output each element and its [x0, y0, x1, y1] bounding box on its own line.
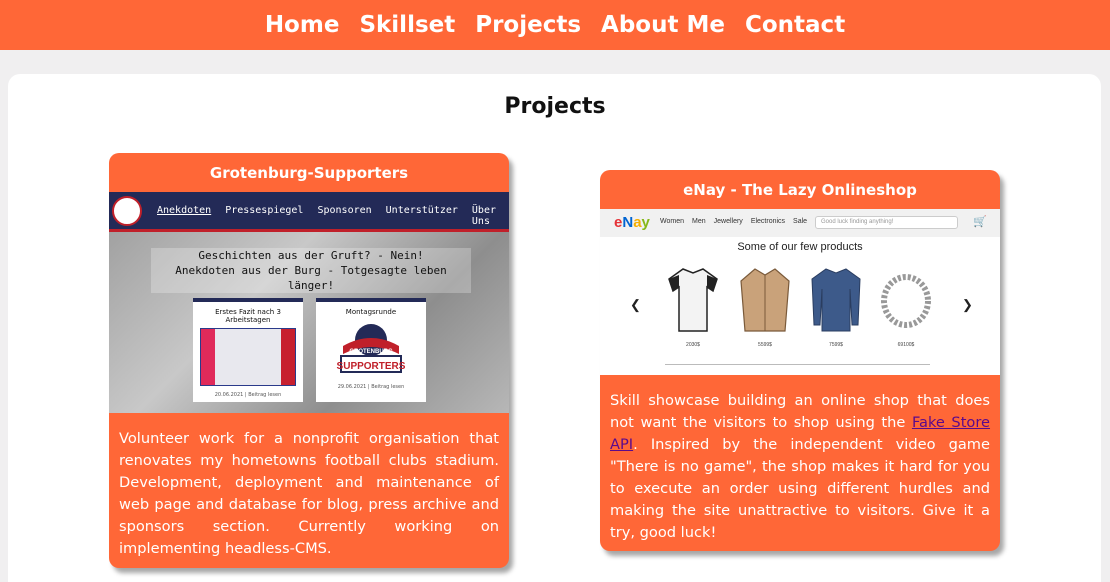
project-description: Volunteer work for a nonprofit organisat… [119, 430, 499, 557]
screenshot-background: Anekdoten Pressespiegel Sponsoren Unters… [109, 192, 509, 413]
screenshot-nav-link: Sponsoren [317, 205, 372, 216]
screenshot-headline-line: Geschichten aus der Gruft? - Nein! [198, 249, 424, 262]
screenshot-nav-link: Über Uns [471, 205, 496, 227]
screenshot-post-image [200, 328, 296, 386]
project-title: eNay - The Lazy Onlineshop [683, 180, 917, 199]
screenshot-nav-link: Pressespiegel [225, 205, 304, 216]
product-price: 5599$ [758, 342, 772, 348]
product-price: 2030$ [686, 342, 700, 348]
screenshot-menu-item: Men [692, 218, 706, 225]
screenshot-headline: Geschichten aus der Gruft? - Nein! Anekd… [151, 248, 471, 293]
screenshot-nav: Anekdoten Pressespiegel Sponsoren Unters… [109, 192, 509, 232]
enay-logo: eNay [614, 214, 650, 231]
screenshot-background: eNay Women Men Jewellery Electronics Sal… [600, 209, 1000, 375]
screenshot-nav-links: Anekdoten Pressespiegel Sponsoren Unters… [157, 205, 509, 227]
project-screenshot[interactable]: eNay Women Men Jewellery Electronics Sal… [600, 209, 1000, 375]
screenshot-header: eNay Women Men Jewellery Electronics Sal… [600, 209, 1000, 237]
badge-line-1: GROTENBURG [349, 349, 393, 355]
nav-about-link[interactable]: About Me [601, 12, 725, 38]
product-shirt-blue-icon [811, 268, 861, 332]
screenshot-post-meta: 20.06.2021 | Beitrag lesen [214, 392, 282, 398]
project-card-enay[interactable]: eNay - The Lazy Onlineshop eNay Women Me… [600, 170, 1000, 551]
divider [665, 364, 930, 365]
nav-projects-link[interactable]: Projects [475, 12, 581, 38]
section-title: Projects [504, 94, 606, 119]
product-jacket-icon [740, 268, 790, 332]
chevron-right-icon: ❯ [962, 297, 973, 312]
screenshot-post-title: Montagsrunde [345, 308, 397, 316]
screenshot-menu-item: Women [660, 218, 684, 225]
screenshot-nav-link: Anekdoten [157, 205, 212, 216]
screenshot-menu-item: Sale [793, 218, 808, 225]
screenshot-menu-item: Jewellery [713, 218, 743, 225]
product-shirt-white-icon [668, 268, 718, 332]
screenshot-nav-link: Unterstützer [385, 205, 458, 216]
screenshot-post-meta: 29.06.2021 | Beitrag lesen [337, 384, 405, 390]
screenshot-post-card: Montagsrunde GROTENBURG SUPPORTERS 29.06… [316, 298, 426, 402]
screenshot-menu-item: Electronics [750, 218, 786, 225]
top-nav: Home Skillset Projects About Me Contact [0, 0, 1110, 50]
supporters-badge-icon: GROTENBURG SUPPORTERS [323, 320, 419, 378]
project-card-grotenburg[interactable]: Grotenburg-Supporters Anekdoten Pressesp… [109, 153, 509, 568]
chevron-left-icon: ❮ [630, 297, 641, 312]
product-price: 69100$ [897, 342, 915, 348]
product-price: 7599$ [829, 342, 843, 348]
screenshot-heading: Some of our few products [737, 241, 863, 253]
cart-icon: 🛒 [973, 216, 987, 228]
badge-line-2: SUPPORTERS [337, 361, 406, 372]
nav-skillset-link[interactable]: Skillset [359, 12, 455, 38]
screenshot-post-title: Erstes Fazit nach 3 Arbeitstagen [215, 308, 281, 324]
project-screenshot[interactable]: Anekdoten Pressespiegel Sponsoren Unters… [109, 192, 509, 413]
nav-contact-link[interactable]: Contact [745, 12, 845, 38]
nav-home-link[interactable]: Home [265, 12, 340, 38]
club-logo-icon [112, 196, 142, 226]
product-bracelet-icon [881, 274, 931, 328]
screenshot-search: Good luck finding anything! [815, 216, 958, 229]
project-title: Grotenburg-Supporters [209, 163, 409, 182]
screenshot-post-card: Erstes Fazit nach 3 Arbeitstagen 20.06.2… [193, 298, 303, 402]
project-description: Skill showcase building an online shop t… [600, 375, 1000, 544]
screenshot-menu: Women Men Jewellery Electronics Sale [660, 218, 807, 225]
description-text: . Inspired by the independent video game… [610, 436, 990, 541]
screenshot-headline-line: Anekdoten aus der Burg - Totgesagte lebe… [175, 264, 447, 292]
